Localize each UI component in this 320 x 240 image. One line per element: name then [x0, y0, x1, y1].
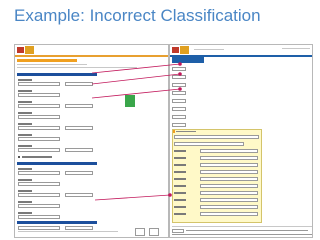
classification-arrow [91, 88, 181, 99]
arrow-head [178, 62, 182, 66]
classification-arrow [94, 194, 171, 201]
classification-arrow [91, 63, 181, 74]
arrow-head [178, 87, 182, 91]
arrow-head [168, 193, 172, 197]
arrow-head [178, 72, 182, 76]
classification-arrow [91, 73, 181, 85]
arrow-overlay [91, 62, 182, 201]
